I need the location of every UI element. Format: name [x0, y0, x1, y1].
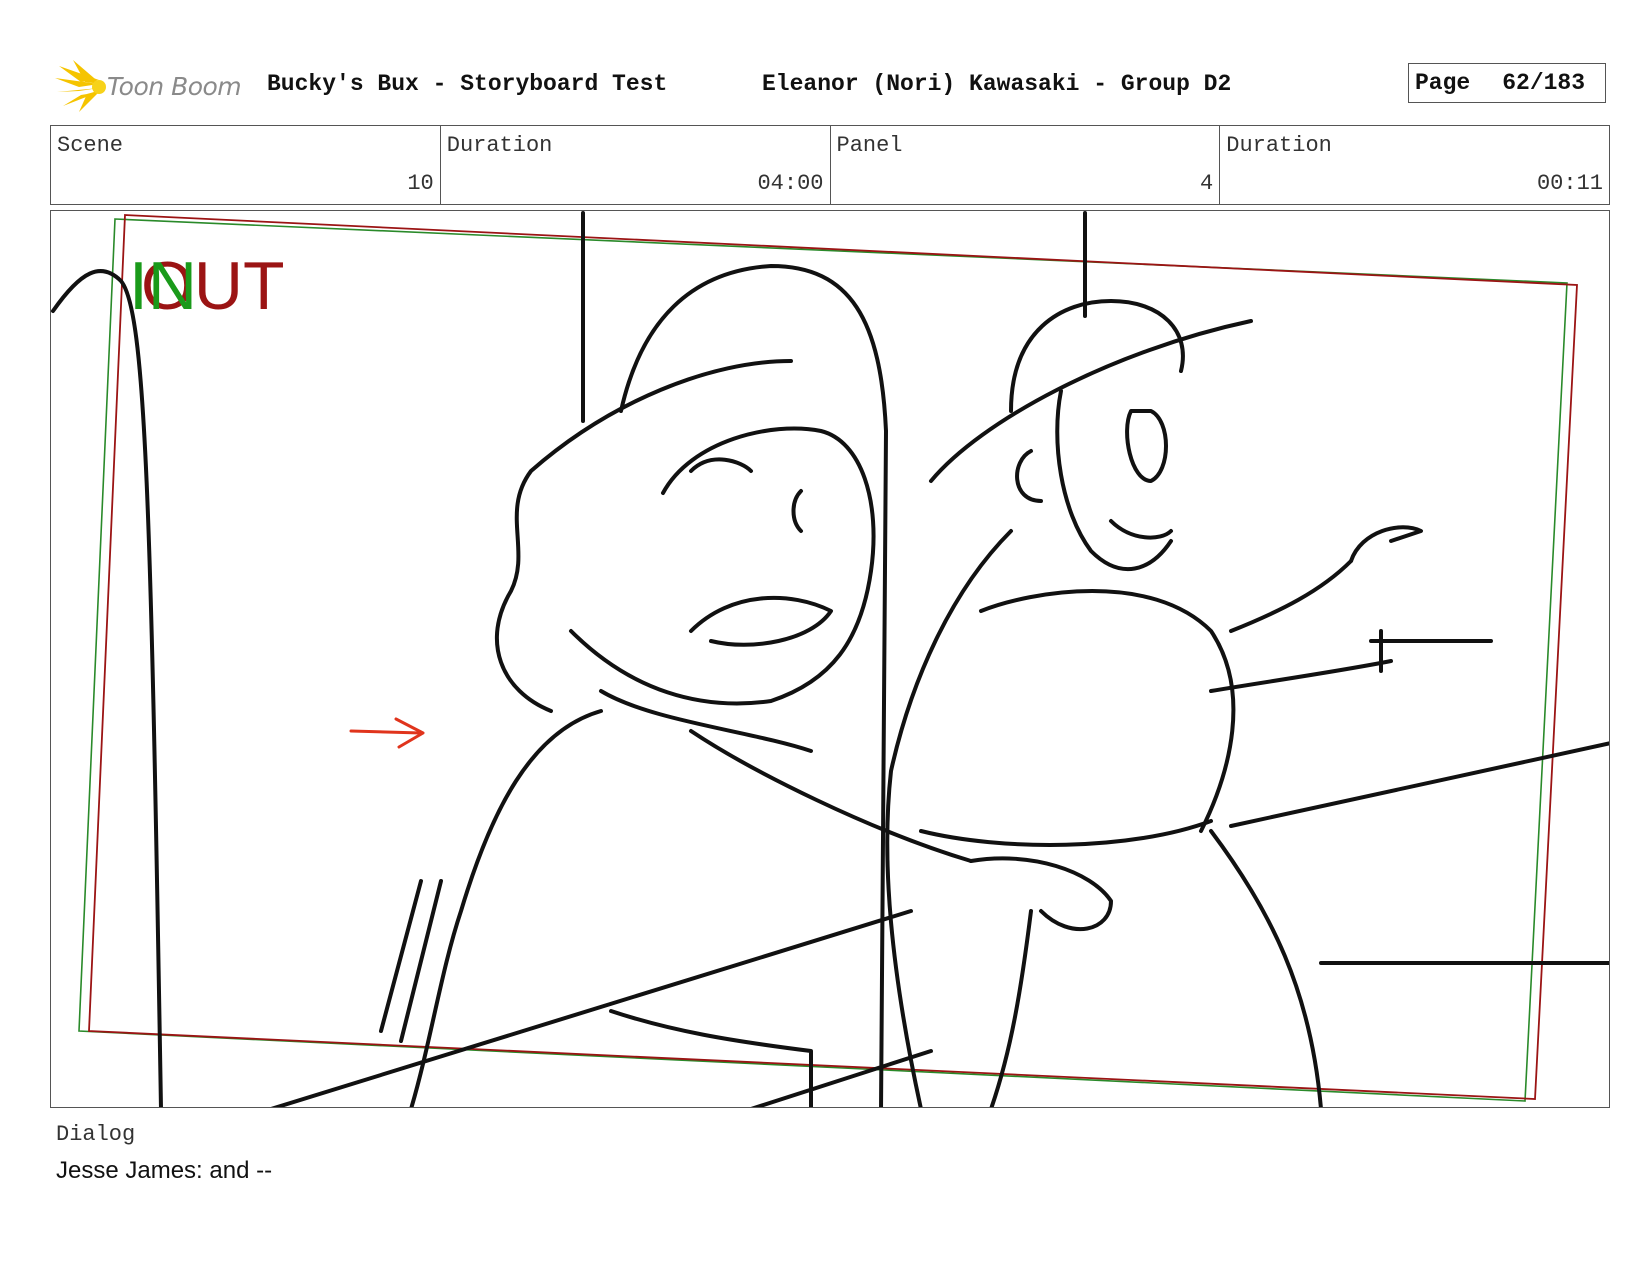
panel-cell: Panel 4	[831, 126, 1221, 204]
document-title: Bucky's Bux - Storyboard Test	[267, 71, 668, 97]
woman-arm	[689, 729, 973, 863]
scene-cell: Scene 10	[51, 126, 441, 204]
woman-eye	[791, 489, 803, 533]
toon-boom-logo: Toon Boom	[55, 60, 242, 112]
scene-duration-value: 04:00	[757, 171, 824, 196]
man-vest	[979, 589, 1236, 833]
man-pointing-hand	[1349, 525, 1423, 563]
man-eye	[1125, 409, 1168, 483]
dialog-label: Dialog	[56, 1122, 136, 1147]
man-belt	[919, 819, 1213, 847]
woman-brow	[689, 457, 753, 473]
panel-info-table: Scene 10 Duration 04:00 Panel 4 Duration…	[50, 125, 1610, 205]
man-body	[885, 529, 1013, 1107]
document-author: Eleanor (Nori) Kawasaki - Group D2	[762, 71, 1232, 97]
panel-value: 4	[1200, 171, 1214, 196]
scene-duration-cell: Duration 04:00	[441, 126, 831, 204]
woman-face	[569, 426, 876, 706]
right-wall-line	[1229, 741, 1609, 828]
floor-line-2	[750, 1049, 933, 1107]
man-ear	[1015, 449, 1043, 503]
woman-mouth	[689, 595, 833, 647]
logo-text: Toon Boom	[107, 71, 242, 101]
panel-duration-label: Duration	[1226, 133, 1332, 158]
panel-duration-value: 00:11	[1536, 171, 1603, 196]
man-hat-brim	[929, 319, 1253, 483]
storyboard-panel-frame: OUT IN	[50, 210, 1610, 1108]
woman-hand	[969, 856, 1113, 931]
camera-in-frame	[78, 218, 1568, 1102]
scene-value: 10	[407, 171, 434, 196]
dialog-text: Jesse James: and --	[56, 1157, 273, 1184]
woman-hair	[619, 264, 888, 1107]
man-arm-lower	[1209, 659, 1393, 693]
in-marker: IN	[129, 248, 197, 324]
starburst-icon	[55, 60, 106, 112]
camera-out-frame	[88, 214, 1578, 1100]
direction-arrow	[349, 717, 425, 749]
man-arm-upper	[1229, 559, 1353, 633]
man-gun	[1369, 629, 1493, 673]
page-label: Page	[1415, 70, 1471, 96]
man-legs	[989, 829, 1323, 1107]
man-hat	[1009, 299, 1185, 413]
man-mouth	[1109, 519, 1173, 540]
woman-hair-front	[494, 359, 793, 713]
panel-label: Panel	[836, 133, 903, 158]
floor-line-1	[270, 909, 913, 1107]
panel-sketch: OUT IN	[51, 211, 1609, 1107]
panel-duration-cell: Duration 00:11	[1220, 126, 1609, 204]
storyboard-header: Toon Boom Bucky's Bux - Storyboard Test …	[50, 60, 1610, 112]
scene-duration-label: Duration	[446, 133, 553, 158]
scene-label: Scene	[57, 133, 124, 158]
page-indicator: Page 62/183	[1408, 63, 1606, 103]
page-number: 62/183	[1502, 70, 1586, 96]
